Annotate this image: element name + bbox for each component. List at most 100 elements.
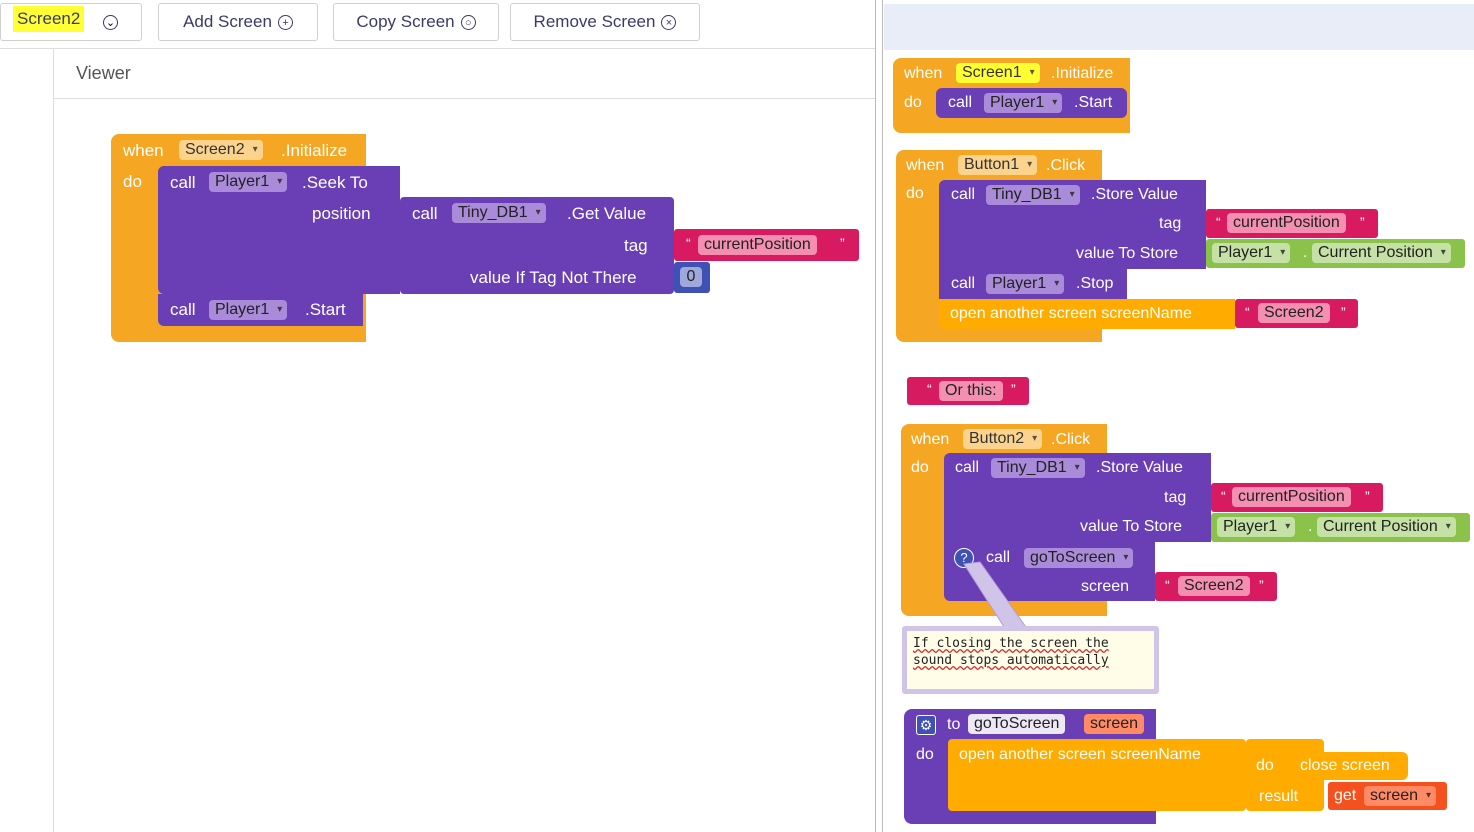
text-block-currentposition[interactable]: “ currentPosition ” xyxy=(1206,209,1378,238)
call-get-value-block[interactable]: call Tiny_DB1 .Get Value tag value If Ta… xyxy=(400,197,674,294)
player-dropdown[interactable]: Player1 xyxy=(1212,243,1291,263)
quote-close: ” xyxy=(1360,214,1365,230)
quote-open: “ xyxy=(1165,577,1170,593)
call-label: call xyxy=(170,300,196,319)
do-label: do xyxy=(906,185,924,202)
sidebar-divider xyxy=(53,48,54,832)
component-dropdown[interactable]: Screen2 xyxy=(179,140,263,160)
call-store-value-block[interactable]: call Tiny_DB1 .Store Value tag value To … xyxy=(939,180,1206,269)
remove-screen-button[interactable]: Remove Screen × xyxy=(510,3,700,41)
procedure-dropdown[interactable]: goToScreen xyxy=(1024,548,1134,568)
text-value[interactable]: Screen2 xyxy=(1258,303,1330,323)
text-block-screen2[interactable]: “ Screen2 ” xyxy=(1235,299,1358,328)
text-value[interactable]: currentPosition xyxy=(1227,213,1346,233)
component-getter-block[interactable]: Player1 . Current Position xyxy=(1206,239,1465,268)
value-if-tag-not-there-label: value If Tag Not There xyxy=(470,268,637,287)
tinydb-dropdown[interactable]: Tiny_DB1 xyxy=(991,458,1085,478)
player-dropdown[interactable]: Player1 xyxy=(209,300,288,320)
screen-select[interactable]: Screen2 ⌄ xyxy=(0,3,142,41)
call-label: call xyxy=(948,94,973,111)
component-dropdown[interactable]: Button2 xyxy=(963,429,1043,449)
method-label: .Store Value xyxy=(1096,459,1183,476)
text-value[interactable]: Or this: xyxy=(939,381,1003,401)
blocks-workspace-header xyxy=(884,4,1474,50)
tag-label: tag xyxy=(1164,489,1187,506)
text-block-or-this[interactable]: “ Or this: ” xyxy=(907,377,1029,405)
open-another-screen-block[interactable]: open another screen screenName xyxy=(939,299,1235,329)
get-value-label: .Get Value xyxy=(567,204,647,223)
call-start-block[interactable]: call Player1 .Start xyxy=(158,294,363,326)
call-store-value-block[interactable]: call Tiny_DB1 .Store Value tag value To … xyxy=(944,453,1211,542)
text-block-screen2[interactable]: “ Screen2 ” xyxy=(1155,572,1277,601)
call-seek-to-block[interactable]: call Player1 .Seek To position xyxy=(158,166,400,294)
quote-open: “ xyxy=(1216,214,1221,230)
copy-screen-button[interactable]: Copy Screen ○ xyxy=(333,3,499,41)
do-label: do xyxy=(916,746,934,763)
position-label: position xyxy=(312,204,371,223)
player-dropdown[interactable]: Player1 xyxy=(986,274,1065,294)
viewer-header: Viewer xyxy=(54,49,876,99)
text-value[interactable]: currentPosition xyxy=(698,235,817,255)
open-screen-label: open another screen screenName xyxy=(959,746,1201,763)
param-label[interactable]: screen xyxy=(1084,714,1145,734)
method-label: .Seek To xyxy=(302,173,368,192)
text-value[interactable]: currentPosition xyxy=(1232,487,1351,507)
dot-label: . xyxy=(1303,244,1308,261)
close-screen-label: close screen xyxy=(1300,757,1390,774)
screen-select-label: Screen2 xyxy=(13,6,85,32)
to-label: to xyxy=(947,716,961,733)
component-dropdown[interactable]: Screen1 xyxy=(956,63,1040,83)
procedure-name-field[interactable]: goToScreen xyxy=(968,714,1066,734)
comment-text[interactable]: If closing the screen the sound stops au… xyxy=(907,631,1154,689)
tag-label: tag xyxy=(1159,215,1182,232)
player-dropdown[interactable]: Player1 xyxy=(1217,517,1296,537)
remove-screen-label: Remove Screen xyxy=(533,12,656,31)
number-value[interactable]: 0 xyxy=(680,267,702,287)
quote-close: ” xyxy=(1365,488,1370,504)
call-label: call xyxy=(412,204,438,223)
chevron-down-icon: ⌄ xyxy=(103,15,118,30)
quote-close: ” xyxy=(1341,304,1346,320)
component-getter-block[interactable]: Player1 . Current Position xyxy=(1211,513,1470,542)
add-screen-button[interactable]: Add Screen + xyxy=(158,3,318,41)
method-label: .Start xyxy=(1074,94,1113,111)
comment-bubble[interactable]: If closing the screen the sound stops au… xyxy=(902,626,1159,694)
call-label: call xyxy=(955,459,980,476)
event-label: .Initialize xyxy=(281,141,348,160)
quote-open: “ xyxy=(1245,304,1250,320)
text-block-currentposition[interactable]: “ currentPosition ” xyxy=(674,229,859,261)
player-dropdown[interactable]: Player1 xyxy=(209,172,288,192)
tinydb-dropdown[interactable]: Tiny_DB1 xyxy=(452,203,546,223)
gear-icon[interactable]: ⚙ xyxy=(916,715,936,735)
tinydb-dropdown[interactable]: Tiny_DB1 xyxy=(986,185,1080,205)
copy-icon: ○ xyxy=(460,14,476,30)
when-label: when xyxy=(906,157,945,174)
add-screen-label: Add Screen xyxy=(183,12,272,31)
property-dropdown[interactable]: Current Position xyxy=(1317,517,1456,537)
panel-splitter[interactable] xyxy=(875,0,883,832)
event-label: .Initialize xyxy=(1051,65,1114,82)
component-dropdown[interactable]: Button1 xyxy=(958,155,1038,175)
call-start-block[interactable]: call Player1 .Start xyxy=(936,88,1127,118)
player-dropdown[interactable]: Player1 xyxy=(984,93,1063,113)
number-block-zero[interactable]: 0 xyxy=(674,262,710,293)
close-screen-block[interactable]: close screen xyxy=(1289,752,1408,780)
property-dropdown[interactable]: Current Position xyxy=(1312,243,1451,263)
event-label: .Click xyxy=(1051,431,1091,448)
quote-open: “ xyxy=(927,381,932,397)
quote-open: “ xyxy=(1221,488,1226,504)
call-label: call xyxy=(951,186,976,203)
text-value[interactable]: Screen2 xyxy=(1178,576,1250,596)
do-label: do xyxy=(904,94,922,111)
get-variable-block[interactable]: get screen xyxy=(1328,782,1447,810)
open-another-screen-block[interactable]: open another screen screenName xyxy=(948,739,1246,811)
quote-close: ” xyxy=(1259,577,1264,593)
call-stop-block[interactable]: call Player1 .Stop xyxy=(939,269,1127,299)
get-label: get xyxy=(1334,787,1357,804)
text-block-currentposition[interactable]: “ currentPosition ” xyxy=(1211,483,1383,512)
quote-close: ” xyxy=(1011,381,1016,397)
quote-open: “ xyxy=(686,235,691,251)
comment-pointer xyxy=(963,561,1029,631)
dot-label: . xyxy=(1308,518,1313,535)
variable-dropdown[interactable]: screen xyxy=(1364,786,1437,806)
